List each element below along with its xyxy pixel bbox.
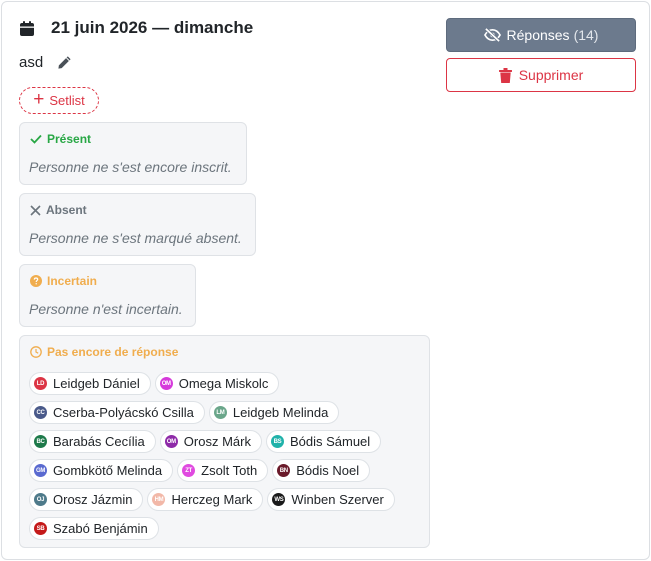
present-title: Présent bbox=[47, 132, 92, 146]
person-name: Zsolt Toth bbox=[201, 463, 258, 478]
person-chip[interactable]: LM Leidgeb Melinda bbox=[208, 401, 340, 424]
avatar: WS bbox=[272, 493, 286, 506]
event-card: 21 juin 2026 — dimanche asd + Setlist Ré… bbox=[1, 1, 650, 560]
absent-empty-text: Personne ne s'est marqué absent. bbox=[29, 230, 242, 246]
responses-button[interactable]: Réponses (14) bbox=[446, 18, 636, 52]
person-name: Bódis Sámuel bbox=[289, 434, 371, 449]
person-name: Szabó Benjámin bbox=[53, 521, 148, 536]
incertain-empty-text: Personne n'est incertain. bbox=[29, 301, 183, 317]
avatar: ZT bbox=[182, 464, 196, 477]
add-setlist-button[interactable]: + Setlist bbox=[19, 87, 99, 114]
present-group: Présent Personne ne s'est encore inscrit… bbox=[19, 122, 247, 185]
x-icon bbox=[30, 204, 41, 216]
person-chip[interactable]: OM Omega Miskolc bbox=[154, 372, 280, 395]
absent-heading: Absent bbox=[30, 203, 87, 217]
person-name: Winben Szerver bbox=[291, 492, 384, 507]
setlist-label: Setlist bbox=[49, 93, 85, 108]
avatar: BN bbox=[277, 464, 291, 477]
person-chip[interactable]: WS Winben Szerver bbox=[267, 488, 395, 511]
eye-slash-icon bbox=[483, 28, 501, 42]
event-subtitle: asd bbox=[19, 54, 44, 71]
avatar: CC bbox=[34, 406, 47, 419]
person-name: Orosz Jázmin bbox=[53, 492, 133, 507]
calendar-icon bbox=[20, 20, 34, 36]
absent-group: Absent Personne ne s'est marqué absent. bbox=[19, 193, 256, 256]
person-chip[interactable]: SB Szabó Benjámin bbox=[29, 517, 159, 540]
person-chip[interactable]: LD Leidgeb Dániel bbox=[29, 372, 151, 395]
avatar: HM bbox=[152, 493, 166, 506]
person-name: Orosz Márk bbox=[183, 434, 251, 449]
pending-group: Pas encore de réponse LD Leidgeb Dániel OM… bbox=[19, 335, 430, 548]
incertain-heading: Incertain bbox=[30, 274, 97, 288]
avatar: OM bbox=[159, 377, 173, 390]
question-circle-icon bbox=[30, 275, 42, 287]
person-name: Omega Miskolc bbox=[178, 376, 269, 391]
person-name: Cserba-Polyácskó Csilla bbox=[53, 405, 194, 420]
incertain-group: Incertain Personne n'est incertain. bbox=[19, 264, 196, 327]
incertain-title: Incertain bbox=[47, 274, 98, 288]
person-chip[interactable]: CC Cserba-Polyácskó Csilla bbox=[29, 401, 205, 424]
avatar: SB bbox=[34, 522, 47, 535]
event-date-row: 21 juin 2026 — dimanche bbox=[20, 18, 253, 38]
person-name: Gombkötő Melinda bbox=[53, 463, 163, 478]
event-subtitle-row: asd bbox=[19, 54, 72, 71]
pending-heading: Pas encore de réponse bbox=[30, 345, 178, 359]
responses-count: (14) bbox=[573, 27, 599, 43]
delete-button[interactable]: Supprimer bbox=[446, 58, 636, 92]
person-name: Herczeg Mark bbox=[171, 492, 253, 507]
avatar: BC bbox=[34, 435, 47, 448]
avatar: LD bbox=[34, 377, 47, 390]
avatar: LM bbox=[213, 406, 227, 419]
avatar: BS bbox=[270, 435, 284, 448]
person-chip[interactable]: BC Barabás Cecília bbox=[29, 430, 156, 453]
person-chip[interactable]: BS Bódis Sámuel bbox=[265, 430, 382, 453]
person-chip[interactable]: OJ Orosz Jázmin bbox=[29, 488, 144, 511]
pending-title: Pas encore de réponse bbox=[47, 345, 179, 359]
present-heading: Présent bbox=[30, 132, 91, 146]
avatar: GM bbox=[34, 464, 47, 477]
person-name: Bódis Noel bbox=[296, 463, 360, 478]
plus-icon: + bbox=[33, 89, 45, 110]
responses-label: Réponses bbox=[506, 27, 570, 43]
check-icon bbox=[30, 134, 42, 144]
event-date: 21 juin 2026 — dimanche bbox=[51, 18, 254, 37]
edit-button[interactable] bbox=[57, 55, 72, 70]
trash-icon bbox=[498, 67, 512, 83]
present-empty-text: Personne ne s'est encore inscrit. bbox=[29, 159, 232, 175]
delete-label: Supprimer bbox=[518, 67, 584, 83]
avatar: OJ bbox=[34, 493, 47, 506]
avatar: OM bbox=[164, 435, 178, 448]
clock-icon bbox=[30, 346, 42, 358]
person-chip[interactable]: ZT Zsolt Toth bbox=[177, 459, 269, 482]
pencil-icon bbox=[58, 56, 71, 69]
person-chip[interactable]: HM Herczeg Mark bbox=[147, 488, 264, 511]
person-name: Barabás Cecília bbox=[53, 434, 145, 449]
absent-title: Absent bbox=[46, 203, 87, 217]
pending-people-list: LD Leidgeb Dániel OM Omega Miskolc CC Cserba-… bbox=[29, 372, 424, 546]
person-chip[interactable]: OM Orosz Márk bbox=[159, 430, 262, 453]
person-chip[interactable]: BN Bódis Noel bbox=[272, 459, 371, 482]
person-chip[interactable]: GM Gombkötő Melinda bbox=[29, 459, 174, 482]
person-name: Leidgeb Dániel bbox=[53, 376, 140, 391]
person-name: Leidgeb Melinda bbox=[232, 405, 329, 420]
